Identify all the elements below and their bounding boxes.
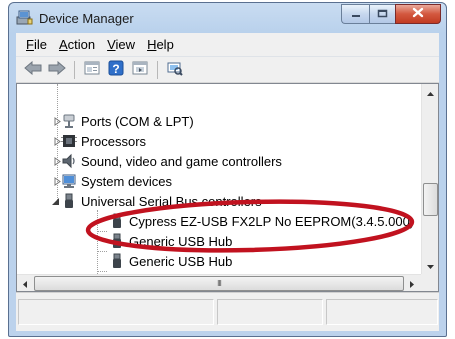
usb-icon xyxy=(61,193,77,209)
menu-view-mnemonic: V xyxy=(107,37,116,52)
menu-file-label: ile xyxy=(33,37,47,52)
horizontal-scrollbar[interactable]: III xyxy=(17,274,421,291)
scroll-thumb-grip: III xyxy=(217,279,222,288)
device-tree[interactable]: Ports (COM & LPT) Processors Sound, vide… xyxy=(16,83,439,292)
expand-arrow-icon[interactable] xyxy=(53,177,62,186)
toolbar-separator xyxy=(74,60,75,79)
window-title: Device Manager xyxy=(39,11,134,26)
horizontal-scroll-thumb[interactable]: III xyxy=(34,276,404,291)
menu-view[interactable]: View xyxy=(101,37,141,52)
tree-item-ports[interactable]: Ports (COM & LPT) xyxy=(54,111,194,131)
status-pane-right xyxy=(326,299,438,325)
tree-item-generic-usb-hub[interactable]: Generic USB Hub xyxy=(109,251,232,271)
computer-icon xyxy=(61,173,77,189)
menu-help-label: elp xyxy=(156,37,174,52)
maximize-icon xyxy=(377,7,388,21)
update-driver-button[interactable] xyxy=(129,60,151,80)
tree-guide-line xyxy=(97,210,98,274)
scroll-down-arrow-icon xyxy=(427,259,434,273)
status-pane-left xyxy=(18,299,214,325)
tree-item-generic-usb-hub[interactable]: Generic USB Hub xyxy=(109,231,232,251)
properties-button[interactable] xyxy=(81,60,103,80)
vertical-scrollbar[interactable] xyxy=(421,84,438,274)
back-arrow-icon xyxy=(24,60,42,78)
tree-item-label: System devices xyxy=(81,173,173,189)
menu-bar: File Action View Help xyxy=(16,33,439,57)
scroll-up-button[interactable] xyxy=(422,84,438,101)
scroll-right-arrow-icon xyxy=(410,277,415,291)
menu-action-mnemonic: A xyxy=(58,37,68,52)
tree-item-label: Ports (COM & LPT) xyxy=(81,113,194,129)
collapse-arrow-icon[interactable] xyxy=(51,197,60,206)
tree-item-label: Cypress EZ-USB FX2LP No EEPROM(3.4.5.000… xyxy=(129,213,415,229)
expand-arrow-icon[interactable] xyxy=(53,137,62,146)
expand-arrow-icon[interactable] xyxy=(53,117,62,126)
status-pane-middle xyxy=(217,299,323,325)
tree-guide-line xyxy=(97,271,107,272)
update-driver-icon xyxy=(132,61,148,78)
tree-item-system-devices[interactable]: System devices xyxy=(54,171,173,191)
device-tree-rows: Ports (COM & LPT) Processors Sound, vide… xyxy=(17,84,421,274)
toolbar-separator xyxy=(157,60,158,79)
caption-buttons xyxy=(341,4,441,24)
scroll-left-arrow-icon xyxy=(23,277,28,291)
title-bar[interactable]: Device Manager xyxy=(9,3,446,33)
menu-action-label: ction xyxy=(67,37,96,52)
minimize-button[interactable] xyxy=(341,4,369,24)
scan-hardware-button[interactable] xyxy=(164,60,186,80)
tree-guide-line xyxy=(97,231,107,232)
menu-file[interactable]: File xyxy=(20,37,53,52)
expand-arrow-icon[interactable] xyxy=(53,157,62,166)
usb-plug-icon xyxy=(109,233,125,249)
scroll-left-button[interactable] xyxy=(17,275,34,291)
menu-view-label: iew xyxy=(115,37,136,52)
menu-help[interactable]: Help xyxy=(141,37,180,52)
usb-plug-icon xyxy=(109,213,125,229)
tree-item-label: Generic USB Hub xyxy=(129,253,233,269)
forward-button[interactable] xyxy=(46,60,68,80)
vertical-scroll-thumb[interactable] xyxy=(423,183,438,216)
tree-item-sound-video-game[interactable]: Sound, video and game controllers xyxy=(54,151,282,171)
tree-item-usb-controllers[interactable]: Universal Serial Bus controllers xyxy=(52,191,262,211)
device-manager-icon xyxy=(16,10,33,25)
scroll-right-button[interactable] xyxy=(404,275,421,291)
help-icon: ? xyxy=(108,60,124,79)
tree-item-label: Processors xyxy=(81,133,147,149)
tree-item-processors[interactable]: Processors xyxy=(54,131,147,151)
help-button[interactable]: ? xyxy=(105,60,127,80)
minimize-icon xyxy=(351,7,361,21)
forward-arrow-icon xyxy=(48,60,66,78)
scrollbar-corner xyxy=(421,274,438,291)
menu-action[interactable]: Action xyxy=(53,37,101,52)
device-manager-window: Device Manager File Action View Help ? P… xyxy=(8,2,447,337)
status-bar xyxy=(16,292,439,331)
tree-guide-line xyxy=(97,251,107,252)
close-icon xyxy=(412,7,424,21)
close-button[interactable] xyxy=(395,4,441,24)
menu-file-mnemonic: F xyxy=(26,37,34,52)
tree-item-label: Universal Serial Bus controllers xyxy=(81,193,262,209)
tree-item-label: Sound, video and game controllers xyxy=(81,153,282,169)
properties-icon xyxy=(84,61,100,78)
toolbar: ? xyxy=(16,57,439,83)
scroll-up-arrow-icon xyxy=(427,86,434,100)
svg-text:?: ? xyxy=(112,62,119,76)
processor-icon xyxy=(61,133,77,149)
scroll-down-button[interactable] xyxy=(422,257,438,274)
port-icon xyxy=(61,113,77,129)
scan-hardware-icon xyxy=(167,60,183,79)
tree-item-label: Generic USB Hub xyxy=(129,233,233,249)
speaker-icon xyxy=(61,153,77,169)
maximize-button[interactable] xyxy=(369,4,395,24)
usb-plug-icon xyxy=(109,253,125,269)
back-button[interactable] xyxy=(22,60,44,80)
tree-item-cypress-ez-usb[interactable]: Cypress EZ-USB FX2LP No EEPROM(3.4.5.000… xyxy=(109,211,414,231)
